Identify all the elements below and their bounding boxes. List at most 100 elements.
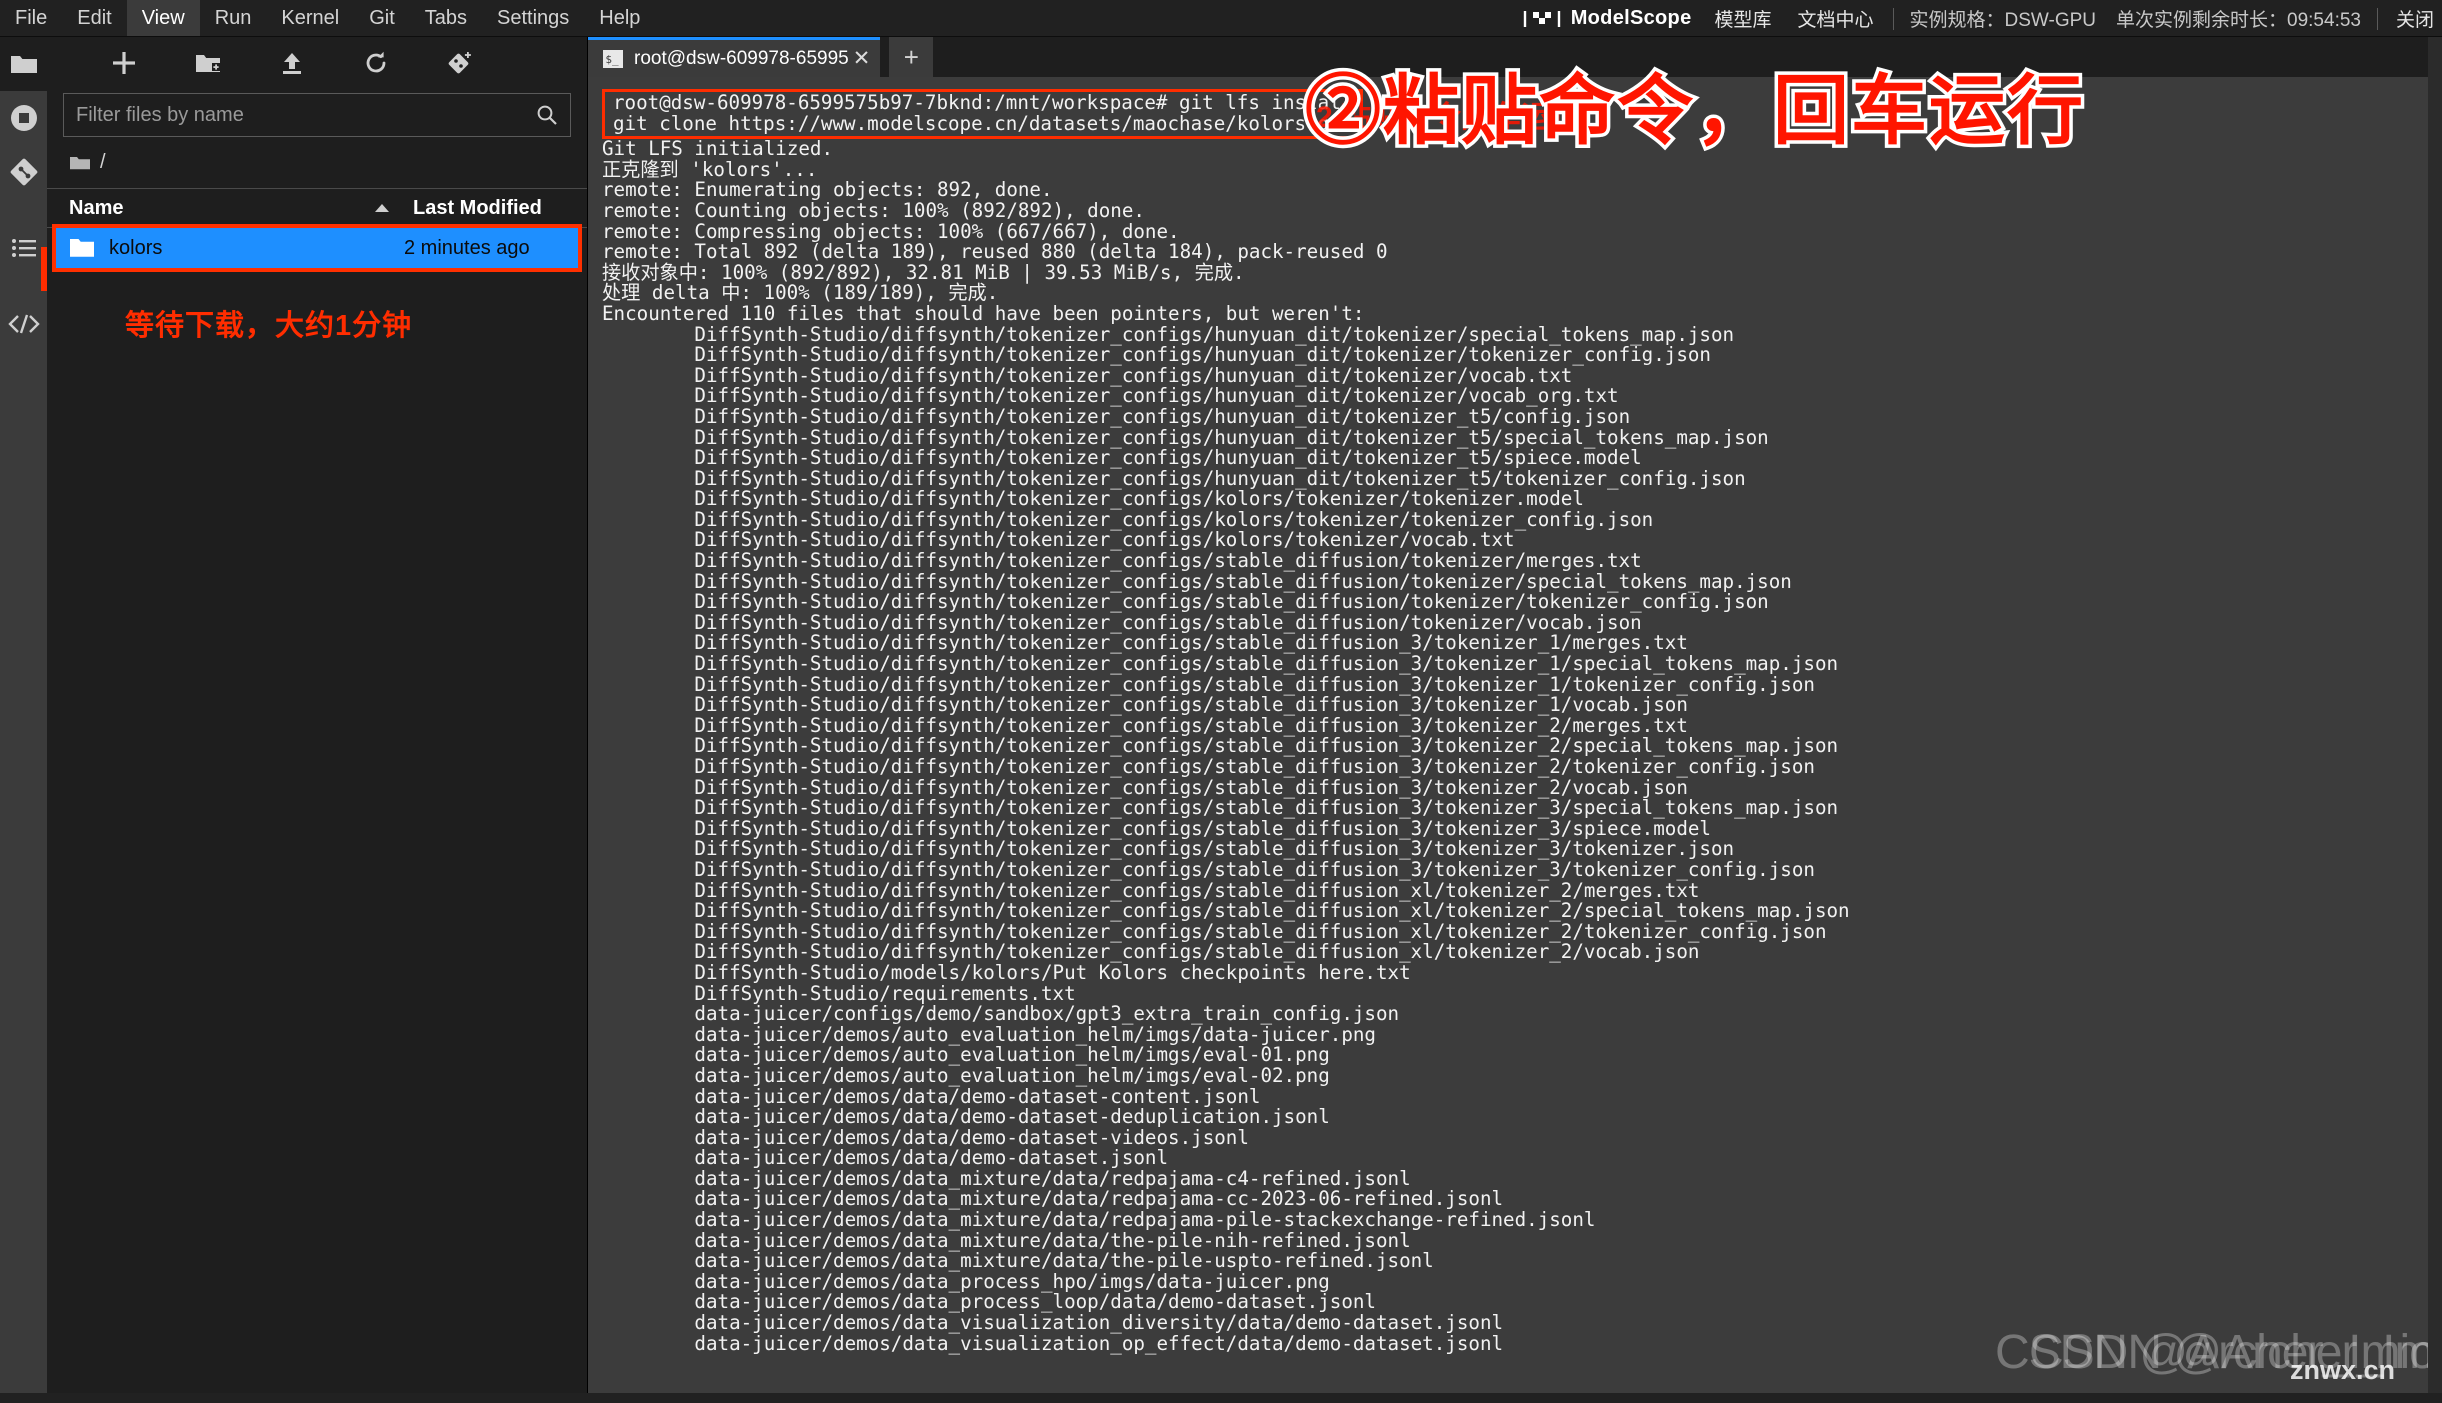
- modelscope-name: ModelScope: [1570, 7, 1692, 29]
- sidebar-item-running-terminals[interactable]: [0, 91, 47, 145]
- watermark-site: znwx.cn: [2290, 1355, 2396, 1385]
- svg-text:$_: $_: [605, 53, 619, 66]
- terminal-line: remote: Enumerating objects: 892, done.: [602, 178, 1053, 202]
- file-list: kolors 2 minutes ago: [47, 224, 587, 272]
- search-input[interactable]: [76, 103, 536, 127]
- folder-icon: [70, 239, 94, 257]
- terminal-line: data-juicer/demos/data/demo-dataset-cont…: [602, 1084, 1261, 1108]
- tab-terminal[interactable]: $_ root@dsw-609978-65995 ✕: [588, 37, 881, 77]
- terminal-line: DiffSynth-Studio/diffsynth/tokenizer_con…: [602, 837, 1735, 861]
- terminal-line: data-juicer/demos/data/demo-dataset-vide…: [602, 1125, 1249, 1149]
- new-tab-button[interactable]: +: [889, 37, 934, 77]
- refresh-button[interactable]: [361, 48, 391, 78]
- terminal-line: DiffSynth-Studio/diffsynth/tokenizer_con…: [602, 672, 1815, 696]
- activity-bar: [0, 37, 47, 1403]
- menu-item-settings[interactable]: Settings: [482, 0, 584, 36]
- file-browser-panel: / Name Last Modified kolors 2 minutes ag…: [47, 37, 588, 1403]
- terminal-line: DiffSynth-Studio/diffsynth/tokenizer_con…: [602, 343, 1711, 367]
- remaining-time-label: 单次实例剩余时长：09:54:53: [2116, 10, 2361, 31]
- menu-item-edit[interactable]: Edit: [62, 0, 126, 36]
- terminal-line: data-juicer/demos/auto_evaluation_helm/i…: [602, 1043, 1330, 1067]
- refresh-icon: [366, 51, 386, 73]
- menu-item-help[interactable]: Help: [584, 0, 655, 36]
- divider: [1892, 7, 1894, 30]
- close-icon[interactable]: ✕: [853, 46, 871, 71]
- menu-item-kernel[interactable]: Kernel: [266, 0, 354, 36]
- close-instance-button[interactable]: 关闭: [2384, 5, 2442, 32]
- menu-item-file[interactable]: File: [0, 0, 62, 36]
- modelscope-logo[interactable]: ModelScope: [1508, 7, 1702, 31]
- terminal-line: data-juicer/demos/auto_evaluation_helm/i…: [602, 1022, 1376, 1046]
- sidebar-item-file-browser[interactable]: [0, 37, 47, 91]
- terminal-line: DiffSynth-Studio/diffsynth/tokenizer_con…: [602, 878, 1700, 902]
- terminal-line: DiffSynth-Studio/diffsynth/tokenizer_con…: [602, 569, 1792, 593]
- annotation-step-2: ②粘贴命令，回车运行: [1302, 66, 2087, 158]
- menu-item-view[interactable]: View: [126, 0, 200, 36]
- sidebar-item-extension-manager[interactable]: [0, 297, 47, 351]
- sidebar-item-git[interactable]: [0, 145, 47, 199]
- terminal-line: remote: Compressing objects: 100% (667/6…: [602, 219, 1180, 243]
- terminal-line: DiffSynth-Studio/diffsynth/tokenizer_con…: [602, 610, 1642, 634]
- column-header-last-modified[interactable]: Last Modified: [413, 197, 573, 220]
- plus-icon: [113, 52, 135, 74]
- menu-item-git[interactable]: Git: [354, 0, 410, 36]
- folder-icon: [10, 56, 37, 73]
- file-list-header: Name Last Modified: [47, 188, 587, 228]
- terminal-line: remote: Total 892 (delta 189), reused 88…: [602, 240, 1388, 264]
- terminal-line: DiffSynth-Studio/requirements.txt: [602, 981, 1076, 1005]
- terminal-line: data-juicer/demos/data_mixture/data/redp…: [602, 1208, 1596, 1232]
- terminal-line: DiffSynth-Studio/diffsynth/tokenizer_con…: [602, 857, 1815, 881]
- topright-link-models[interactable]: 模型库: [1702, 5, 1785, 32]
- terminal-line: DiffSynth-Studio/diffsynth/tokenizer_con…: [602, 755, 1815, 778]
- breadcrumb[interactable]: /: [47, 137, 587, 188]
- terminal-line: DiffSynth-Studio/diffsynth/tokenizer_con…: [602, 940, 1700, 964]
- terminal-line: DiffSynth-Studio/diffsynth/tokenizer_con…: [602, 713, 1688, 737]
- terminal-line: DiffSynth-Studio/diffsynth/tokenizer_con…: [602, 919, 1827, 943]
- terminal-line: 正克隆到 'kolors'...: [602, 157, 818, 181]
- terminal-line: DiffSynth-Studio/diffsynth/tokenizer_con…: [602, 528, 1515, 552]
- terminal-line: data-juicer/demos/data_process_loop/data…: [602, 1290, 1376, 1314]
- status-bar: [0, 1393, 2442, 1403]
- new-folder-button[interactable]: [193, 48, 223, 78]
- terminal-line: DiffSynth-Studio/diffsynth/tokenizer_con…: [602, 590, 1769, 614]
- terminal-line: data-juicer/demos/data/demo-dataset.json…: [602, 1146, 1169, 1170]
- annotation-wait-download: 等待下载，大约1分钟: [125, 310, 413, 342]
- terminal-line: data-juicer/demos/auto_evaluation_helm/i…: [602, 1063, 1330, 1087]
- menu-item-tabs[interactable]: Tabs: [410, 0, 482, 36]
- scrollbar-vertical[interactable]: [2428, 37, 2442, 1403]
- list-item[interactable]: kolors 2 minutes ago: [52, 224, 582, 272]
- topright-link-docs[interactable]: 文档中心: [1785, 5, 1887, 32]
- new-launcher-button[interactable]: [109, 48, 139, 78]
- new-folder-icon: [196, 55, 220, 72]
- git-icon: [10, 158, 37, 186]
- column-header-name[interactable]: Name: [69, 197, 373, 220]
- terminal-line: remote: Counting objects: 100% (892/892)…: [602, 198, 1145, 222]
- divider: [2376, 7, 2378, 30]
- filter-files-field[interactable]: [63, 93, 571, 137]
- new-checkpoint-button[interactable]: [445, 48, 475, 78]
- tab-label: root@dsw-609978-65995: [634, 47, 849, 69]
- code-brackets-icon: [7, 314, 40, 334]
- terminal-line: DiffSynth-Studio/diffsynth/tokenizer_con…: [602, 549, 1642, 573]
- terminal-line: DiffSynth-Studio/diffsynth/tokenizer_con…: [602, 899, 1850, 923]
- terminal-line: DiffSynth-Studio/diffsynth/tokenizer_con…: [602, 446, 1642, 470]
- file-modified: 2 minutes ago: [404, 236, 530, 259]
- terminal-line: DiffSynth-Studio/diffsynth/tokenizer_con…: [602, 734, 1839, 758]
- terminal-line: DiffSynth-Studio/diffsynth/tokenizer_con…: [602, 363, 1573, 387]
- upload-button[interactable]: [277, 48, 307, 78]
- menu-item-run[interactable]: Run: [200, 0, 267, 36]
- terminal-line: 处理 delta 中: 100% (189/189), 完成.: [602, 281, 999, 305]
- sidebar-item-table-of-contents[interactable]: [0, 221, 47, 275]
- terminal-line: data-juicer/demos/data_mixture/data/redp…: [602, 1166, 1411, 1190]
- terminal-output-lines: Git LFS initialized. 正克隆到 'kolors'... remo…: [602, 139, 2442, 1354]
- modelscope-mark-icon: [1523, 10, 1560, 27]
- terminal-line: DiffSynth-Studio/diffsynth/tokenizer_con…: [602, 384, 1619, 408]
- terminal-line: data-juicer/demos/data_mixture/data/redp…: [602, 1187, 1504, 1211]
- terminal-icon: $_: [603, 49, 623, 68]
- jupyterlab-window: File Edit View Run Kernel Git Tabs Setti…: [0, 0, 2442, 1403]
- terminal-line: DiffSynth-Studio/diffsynth/tokenizer_con…: [602, 487, 1584, 511]
- terminal-line: DiffSynth-Studio/diffsynth/tokenizer_con…: [602, 507, 1654, 531]
- sort-ascending-icon[interactable]: [373, 203, 391, 213]
- terminal-line: DiffSynth-Studio/diffsynth/tokenizer_con…: [602, 775, 1688, 799]
- terminal-output[interactable]: root@dsw-609978-6599575b97-7bknd:/mnt/wo…: [588, 77, 2442, 1403]
